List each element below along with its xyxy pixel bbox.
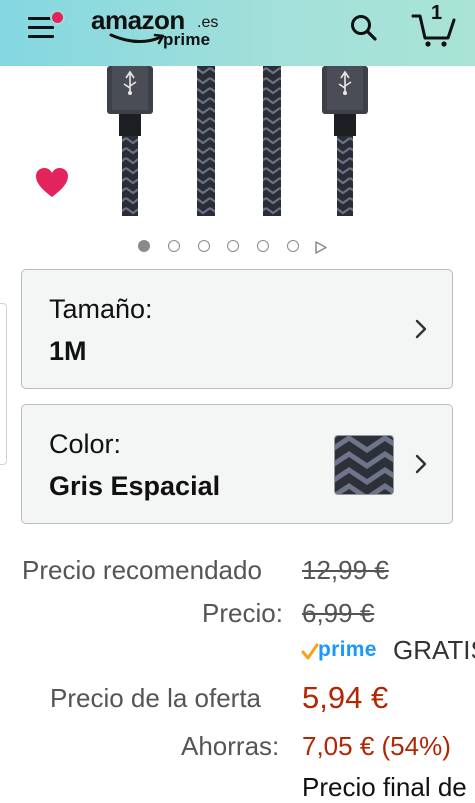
wishlist-button[interactable] xyxy=(34,166,70,200)
prime-check-icon xyxy=(301,643,319,660)
play-triangle-icon[interactable] xyxy=(314,241,328,254)
heart-icon xyxy=(36,168,68,197)
offer-price-label: Precio de la oferta xyxy=(50,683,262,713)
logo-prime-text: prime xyxy=(163,30,211,49)
top-nav-bar: amazon .es prime 1 xyxy=(0,0,475,66)
search-button[interactable] xyxy=(347,10,381,44)
recommended-price-label: Precio recomendado xyxy=(22,555,262,585)
size-label: Tamaño: xyxy=(49,294,153,324)
hamburger-menu-button[interactable] xyxy=(26,10,65,42)
size-value: 1M xyxy=(49,336,87,366)
offer-price-value: 5,94 € xyxy=(302,680,389,715)
size-selector[interactable]: Tamaño: 1M xyxy=(21,269,453,389)
carousel-dot-3[interactable] xyxy=(198,240,210,252)
side-drawer-handle[interactable] xyxy=(0,303,7,465)
prime-text: prime xyxy=(318,638,377,661)
amazon-prime-logo[interactable]: amazon .es prime xyxy=(91,5,221,51)
notification-dot xyxy=(50,10,65,25)
product-image[interactable] xyxy=(0,66,475,218)
cart-button[interactable]: 1 xyxy=(410,2,458,48)
color-label: Color: xyxy=(49,429,122,459)
carousel-dot-2[interactable] xyxy=(168,240,180,252)
price-label: Precio: xyxy=(202,598,283,628)
final-price-text: Precio final de xyxy=(302,772,467,802)
color-swatch xyxy=(334,435,394,495)
recommended-price-value: 12,99 € xyxy=(302,555,389,585)
free-shipping-text: GRATIS xyxy=(393,635,475,665)
savings-label: Ahorras: xyxy=(181,731,280,761)
color-selector[interactable]: Color: Gris Espacial xyxy=(21,404,453,524)
carousel-dot-4[interactable] xyxy=(227,240,239,252)
price-value: 6,99 € xyxy=(302,598,375,628)
search-icon xyxy=(351,15,377,41)
color-value: Gris Espacial xyxy=(49,471,221,501)
usb-cable-photo xyxy=(107,66,368,216)
chevron-right-icon xyxy=(415,454,427,474)
carousel-dot-5[interactable] xyxy=(257,240,269,252)
chevron-right-icon xyxy=(415,319,427,339)
cart-count: 1 xyxy=(431,2,443,24)
carousel-dot-1[interactable] xyxy=(138,240,150,252)
carousel-dot-6[interactable] xyxy=(287,240,299,252)
smile-arrow-icon xyxy=(109,33,165,45)
savings-value: 7,05 € (54%) xyxy=(302,731,451,761)
